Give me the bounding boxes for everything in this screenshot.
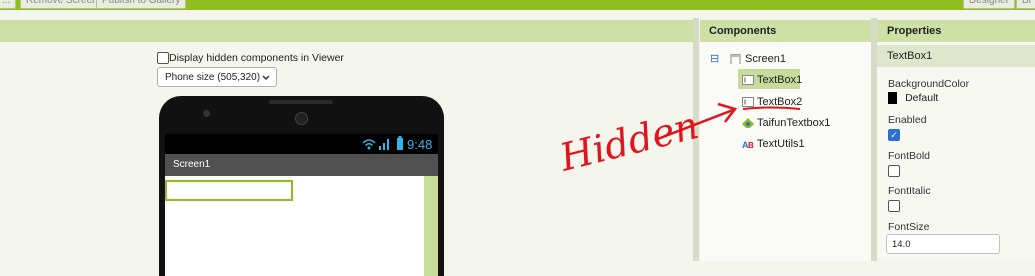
chevron-down-icon: [262, 75, 270, 81]
enabled-checkbox[interactable]: ✓: [888, 129, 900, 142]
tree-item-textbox1[interactable]: TextBox1: [742, 74, 802, 86]
camera-icon: [295, 112, 308, 125]
screen-title: Screen1: [173, 159, 211, 170]
hidden-components-label: Display hidden components in Viewer: [169, 52, 344, 64]
fontsize-input[interactable]: 14.0: [886, 234, 1000, 254]
selected-component-name: TextBox1: [877, 45, 1035, 67]
toolbar-button-partial[interactable]: ...: [0, 0, 17, 9]
screen-icon: [730, 54, 741, 65]
components-header: Components: [700, 20, 871, 42]
textbox1-preview[interactable]: [165, 180, 293, 201]
status-time: 9:48: [407, 137, 433, 152]
sensor-icon: [203, 110, 210, 117]
fontbold-checkbox[interactable]: [888, 165, 900, 178]
battery-icon: [397, 136, 403, 150]
phone-frame: 9:48 Screen1: [159, 96, 444, 276]
fontsize-label: FontSize: [888, 221, 930, 233]
fontitalic-checkbox[interactable]: [888, 200, 900, 213]
tree-label: TextBox1: [757, 74, 803, 86]
remove-screen-button[interactable]: Remove Screen: [20, 0, 104, 9]
designer-button[interactable]: Designer: [963, 0, 1016, 9]
publish-to-gallery-button[interactable]: Publish to Gallery: [96, 0, 187, 9]
color-swatch: [888, 92, 897, 105]
properties-header: Properties: [877, 20, 1035, 42]
fontitalic-label: FontItalic: [888, 185, 931, 197]
phone-size-select[interactable]: Phone size (505,320): [157, 67, 277, 87]
annotation-text: Hidden: [555, 103, 703, 178]
tree-item-screen1[interactable]: Screen1: [730, 53, 786, 65]
tree-label: Screen1: [745, 53, 786, 65]
textbox-icon: [742, 75, 754, 86]
screen-title-bar: Screen1: [165, 154, 438, 176]
fontbold-label: FontBold: [888, 150, 931, 162]
background-color-value: Default: [905, 92, 939, 105]
phone-size-value: Phone size (505,320): [165, 72, 261, 83]
hidden-components-checkbox[interactable]: [157, 52, 169, 65]
background-color-label: BackgroundColor: [888, 78, 970, 90]
enabled-label: Enabled: [888, 114, 927, 126]
top-toolbar: ... Remove Screen Publish to Gallery Des…: [0, 0, 1035, 10]
speaker-grille: [269, 100, 333, 104]
viewer-header: [0, 20, 693, 42]
collapse-toggle-icon[interactable]: ⊟: [710, 52, 719, 65]
status-bar: 9:48: [165, 134, 438, 154]
blocks-button[interactable]: Bl: [1016, 0, 1035, 9]
hidden-annotation: Hidden: [555, 102, 801, 178]
checkmark-icon: ✓: [888, 129, 900, 142]
screen-canvas[interactable]: [165, 176, 438, 276]
hidden-components-toggle[interactable]: Display hidden components in Viewer: [157, 52, 344, 65]
viewer-scrollbar[interactable]: [424, 176, 438, 276]
background-color-picker[interactable]: Default: [888, 92, 939, 105]
signal-icon: [362, 139, 389, 150]
